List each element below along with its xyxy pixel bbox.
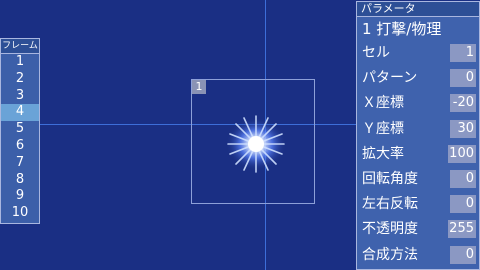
param-label-rotation: 回転角度	[362, 170, 418, 187]
frame-item-6[interactable]: 6	[1, 138, 39, 155]
param-label-y: Ｙ座標	[362, 120, 404, 137]
param-value-mirror[interactable]: 0	[450, 195, 476, 214]
frame-item-1[interactable]: 1	[1, 54, 39, 71]
param-label-scale: 拡大率	[362, 145, 404, 162]
param-value-scale[interactable]: 100	[448, 144, 476, 163]
param-label-opacity: 不透明度	[362, 221, 418, 238]
param-row-scale: 拡大率 100	[357, 142, 479, 167]
param-row-x: Ｘ座標 -20	[357, 91, 479, 116]
frame-item-2[interactable]: 2	[1, 71, 39, 88]
frame-item-3[interactable]: 3	[1, 88, 39, 105]
param-row-y: Ｙ座標 30	[357, 117, 479, 142]
frame-item-10[interactable]: 10	[1, 205, 39, 222]
param-label-mirror: 左右反転	[362, 196, 418, 213]
frame-item-8[interactable]: 8	[1, 172, 39, 189]
param-row-rotation: 回転角度 0	[357, 167, 479, 192]
param-row-blend: 合成方法 0	[357, 243, 479, 268]
param-label-x: Ｘ座標	[362, 95, 404, 112]
frame-item-7[interactable]: 7	[1, 155, 39, 172]
frame-item-9[interactable]: 9	[1, 188, 39, 205]
frame-list: 1 2 3 4 5 6 7 8 9 10	[1, 54, 39, 222]
param-row-pattern: パターン 0	[357, 66, 479, 91]
sparkle-effect-icon[interactable]	[214, 112, 298, 176]
animation-title: 1 打撃/物理	[362, 20, 442, 38]
param-label-cell: セル	[362, 45, 390, 61]
param-row-cell: セル 1	[357, 41, 479, 66]
param-label-pattern: パターン	[362, 70, 418, 87]
param-value-x[interactable]: -20	[450, 94, 476, 113]
parameter-panel: パラメータ 1 打撃/物理 セル 1 パターン 0 Ｘ座標 -20 Ｙ座標 30…	[356, 1, 480, 270]
param-value-pattern[interactable]: 0	[450, 69, 476, 88]
param-value-rotation[interactable]: 0	[450, 169, 476, 188]
frame-item-5[interactable]: 5	[1, 121, 39, 138]
param-label-blend: 合成方法	[362, 246, 418, 263]
frame-panel-header: フレーム	[1, 39, 39, 54]
param-value-blend[interactable]: 0	[450, 245, 476, 264]
cell-number-tag: 1	[192, 80, 206, 94]
param-value-y[interactable]: 30	[450, 119, 476, 138]
param-value-opacity[interactable]: 255	[448, 220, 476, 239]
param-row-mirror: 左右反転 0	[357, 192, 479, 217]
param-row-opacity: 不透明度 255	[357, 217, 479, 242]
frame-item-4[interactable]: 4	[1, 104, 39, 122]
parameter-panel-header: パラメータ	[357, 2, 479, 17]
param-value-cell[interactable]: 1	[450, 44, 476, 62]
frame-list-panel: フレーム 1 2 3 4 5 6 7 8 9 10	[0, 38, 40, 224]
